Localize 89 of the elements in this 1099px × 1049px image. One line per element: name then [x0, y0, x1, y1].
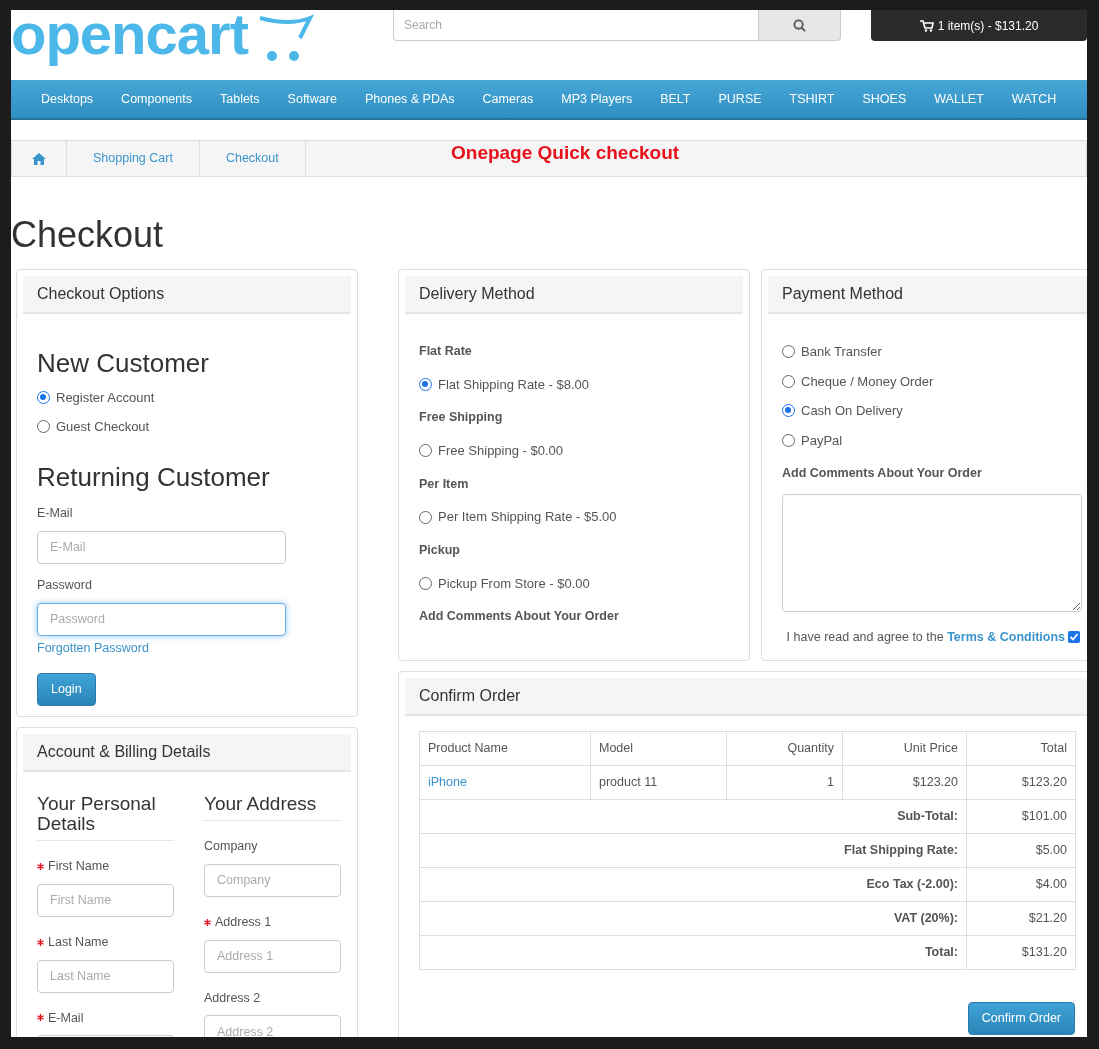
- table-cell: $123.20: [966, 765, 1076, 800]
- panel-heading: Account & Billing Details: [23, 734, 351, 772]
- nav-link[interactable]: WATCH: [997, 89, 1071, 109]
- option-label: Register Account: [56, 389, 155, 407]
- total-label: Eco Tax (-2.00):: [419, 867, 967, 902]
- nav-link[interactable]: Phones & PDAs: [350, 89, 469, 109]
- column-header: Model: [590, 731, 727, 766]
- logo-text[interactable]: opencart: [11, 10, 248, 64]
- group-heading: Per Item: [419, 475, 470, 493]
- option-label: PayPal: [801, 431, 843, 450]
- field-label: E-Mail: [37, 505, 74, 522]
- option-label: Cash On Delivery: [801, 402, 903, 420]
- section-heading: Your Address: [204, 794, 341, 821]
- total-label: Flat Shipping Rate:: [419, 833, 967, 868]
- column-header: Total: [966, 731, 1076, 766]
- home-icon: [32, 152, 46, 165]
- column-header: Quantity: [726, 731, 843, 766]
- option-label: Per Item Shipping Rate - $5.00: [438, 508, 617, 527]
- section-heading: Your Personal Details: [37, 794, 174, 841]
- total-value: $4.00: [966, 867, 1076, 902]
- nav-link[interactable]: WALLET: [920, 89, 998, 109]
- breadcrumb-link[interactable]: Checkout: [199, 141, 306, 176]
- input-field[interactable]: Company: [204, 863, 341, 897]
- comments-label: Add Comments About Your Order: [419, 608, 620, 625]
- nav-link[interactable]: BELT: [646, 89, 705, 109]
- column-header: Unit Price: [842, 731, 967, 766]
- search-field[interactable]: Search: [393, 10, 759, 41]
- login-button[interactable]: Login: [37, 673, 96, 707]
- field-label: Password: [37, 576, 93, 594]
- nav-link[interactable]: SHOES: [848, 89, 921, 109]
- forgotten-password-link[interactable]: Forgotten Password: [37, 638, 337, 658]
- cart-button[interactable]: 1 item(s) - $131.20: [871, 10, 1087, 41]
- nav-link[interactable]: Components: [107, 89, 206, 109]
- input-field[interactable]: E-Mail: [37, 530, 286, 564]
- panel-heading: Checkout Options: [23, 276, 351, 314]
- total-label: Sub-Total:: [419, 799, 967, 834]
- table-cell: $123.20: [842, 765, 967, 800]
- comments-label: Add Comments About Your Order: [782, 465, 983, 482]
- input-field[interactable]: First Name: [37, 883, 174, 917]
- option-label: Flat Shipping Rate - $8.00: [438, 375, 590, 394]
- group-heading: Flat Rate: [419, 343, 473, 360]
- breadcrumb-link[interactable]: Shopping Cart: [67, 141, 200, 176]
- table-cell: 1: [726, 765, 843, 800]
- input-field[interactable]: Address 2: [204, 1015, 341, 1037]
- banner-text: Onepage Quick checkout: [451, 141, 680, 165]
- search-icon: [793, 18, 806, 32]
- option-label: Guest Checkout: [56, 417, 150, 436]
- terms-checkbox[interactable]: [1068, 631, 1080, 644]
- option-label: Bank Transfer: [801, 343, 882, 361]
- panel-heading: Confirm Order: [405, 678, 1087, 716]
- input-field[interactable]: Password: [37, 602, 286, 636]
- total-value: $5.00: [966, 833, 1076, 868]
- nav-link[interactable]: Tablets: [206, 89, 274, 109]
- nav-link[interactable]: Cameras: [468, 89, 548, 109]
- nav-link[interactable]: MP3 Players: [547, 89, 647, 109]
- table-cell: product 11: [590, 765, 727, 800]
- panel-heading: Payment Method: [768, 276, 1087, 314]
- nav-link[interactable]: TSHIRT: [775, 89, 849, 109]
- terms-text: I have read and agree to the Terms & Conditions: [786, 628, 1065, 646]
- option-label: Free Shipping - $0.00: [438, 442, 564, 460]
- product-link[interactable]: iPhone: [419, 765, 591, 800]
- option-label: Cheque / Money Order: [801, 372, 934, 391]
- input-field[interactable]: Address 1: [204, 939, 341, 973]
- group-heading: Free Shipping: [419, 409, 504, 427]
- nav-link[interactable]: PURSE: [704, 89, 776, 109]
- panel-heading: Delivery Method: [405, 276, 743, 314]
- input-field[interactable]: Last Name: [37, 959, 174, 993]
- cart-icon: [919, 19, 934, 32]
- field-label: E-Mail: [48, 1009, 84, 1027]
- total-label: VAT (20%):: [419, 901, 967, 936]
- option-label: Pickup From Store - $0.00: [438, 574, 590, 593]
- nav-link[interactable]: Software: [273, 89, 351, 109]
- field-label: First Name: [48, 858, 110, 875]
- field-label: Last Name: [48, 933, 109, 951]
- field-label: Company: [204, 838, 258, 855]
- nav-link[interactable]: Desktops: [27, 89, 108, 109]
- page-title: Checkout: [11, 215, 165, 255]
- terms-link[interactable]: Terms & Conditions: [947, 629, 1065, 644]
- section-heading: New Customer: [37, 348, 210, 378]
- column-header: Product Name: [419, 731, 591, 766]
- section-heading: Returning Customer: [37, 462, 271, 492]
- group-heading: Pickup: [419, 541, 461, 559]
- total-label: Total:: [419, 935, 967, 970]
- confirm-order-button[interactable]: Confirm Order: [967, 1002, 1075, 1035]
- field-label: Address 2: [204, 989, 261, 1007]
- total-value: $131.20: [966, 935, 1076, 970]
- total-value: $21.20: [966, 901, 1076, 936]
- total-value: $101.00: [966, 799, 1076, 834]
- field-label: Address 1: [215, 913, 272, 931]
